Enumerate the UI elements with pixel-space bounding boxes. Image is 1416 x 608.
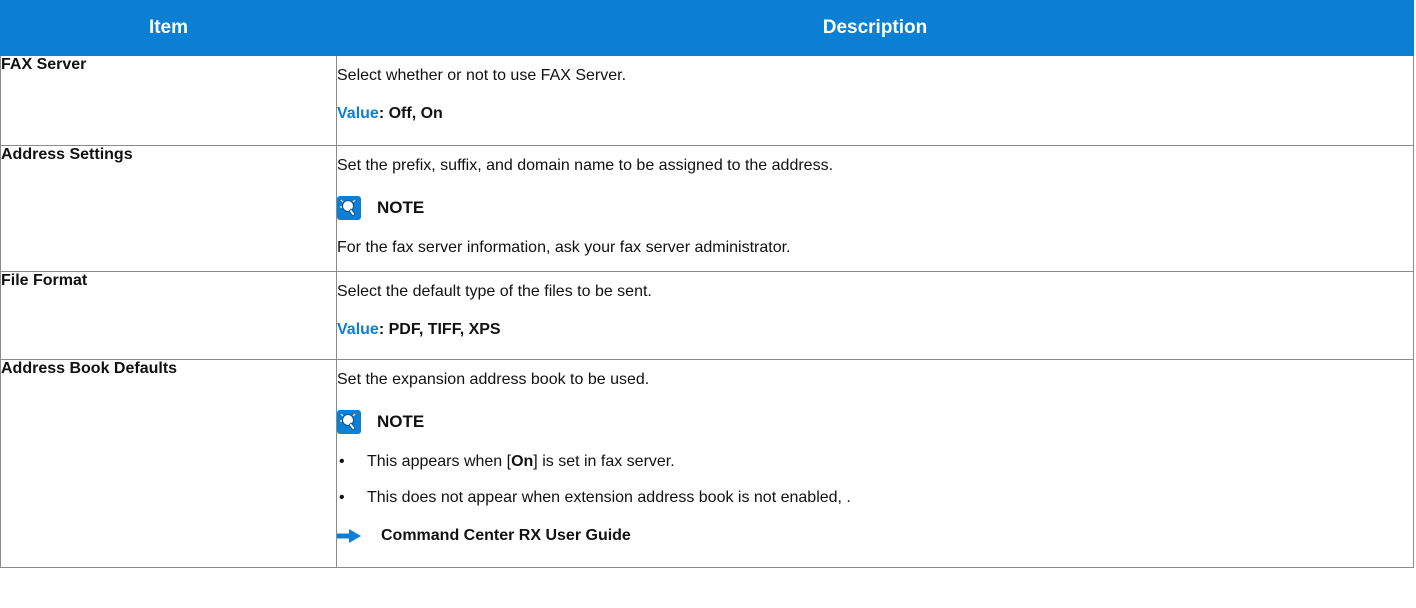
item-cell: Address Book Defaults bbox=[0, 359, 337, 568]
bullet-icon: • bbox=[339, 453, 345, 470]
header-description: Description bbox=[336, 0, 1414, 56]
bullet-icon: • bbox=[339, 489, 345, 506]
note-label: NOTE bbox=[377, 412, 425, 431]
value-label: Value bbox=[337, 105, 379, 122]
description-cell: Set the prefix, suffix, and domain name … bbox=[336, 145, 1414, 272]
value-line: Value: PDF, TIFF, XPS bbox=[337, 312, 1413, 348]
value-text: : PDF, TIFF, XPS bbox=[378, 321, 501, 338]
note-text: For the fax server information, ask your… bbox=[337, 239, 791, 256]
bullet-text-bold: On bbox=[511, 453, 534, 470]
note-label: NOTE bbox=[377, 198, 425, 217]
item-cell: File Format bbox=[0, 271, 337, 360]
list-item: • This appears when [On] is set in fax s… bbox=[337, 444, 1413, 480]
header-item: Item bbox=[0, 0, 337, 56]
item-cell: FAX Server bbox=[0, 55, 337, 146]
table-row: Address Settings Set the prefix, suffix,… bbox=[0, 145, 1414, 272]
description-text: Set the prefix, suffix, and domain name … bbox=[337, 157, 834, 174]
value-text: : Off, On bbox=[378, 105, 443, 122]
description-text: Select the default type of the files to … bbox=[337, 283, 652, 300]
value-label: Value bbox=[337, 321, 379, 338]
description-cell: Select whether or not to use FAX Server.… bbox=[336, 55, 1414, 146]
arrow-right-icon bbox=[337, 529, 361, 543]
bullet-text-before: This appears when [ bbox=[367, 453, 512, 470]
description-cell: Set the expansion address book to be use… bbox=[336, 359, 1414, 568]
table-row: FAX Server Select whether or not to use … bbox=[0, 55, 1414, 146]
table-row: File Format Select the default type of t… bbox=[0, 271, 1414, 360]
list-item: • This does not appear when extension ad… bbox=[337, 480, 1413, 516]
note-lightbulb-icon bbox=[337, 196, 361, 220]
bullet-text: This does not appear when extension addr… bbox=[367, 489, 851, 506]
bullet-text-after: ] is set in fax server. bbox=[533, 453, 675, 470]
description-cell: Select the default type of the files to … bbox=[336, 271, 1414, 360]
value-line: Value: Off, On bbox=[337, 96, 1413, 132]
description-text: Set the expansion address book to be use… bbox=[337, 371, 650, 388]
settings-table: Item Description FAX Server Select wheth… bbox=[0, 0, 1414, 568]
reference-text[interactable]: Command Center RX User Guide bbox=[381, 527, 631, 545]
note-lightbulb-icon bbox=[337, 410, 361, 434]
reference-link[interactable]: Command Center RX User Guide bbox=[337, 516, 1413, 556]
item-cell: Address Settings bbox=[0, 145, 337, 272]
note-heading: NOTE bbox=[337, 400, 1413, 444]
table-header-row: Item Description bbox=[0, 0, 1414, 56]
description-text: Select whether or not to use FAX Server. bbox=[337, 67, 627, 84]
note-heading: NOTE bbox=[337, 186, 1413, 230]
table-row: Address Book Defaults Set the expansion … bbox=[0, 359, 1414, 568]
bullet-text: This appears when [On] is set in fax ser… bbox=[367, 444, 675, 480]
